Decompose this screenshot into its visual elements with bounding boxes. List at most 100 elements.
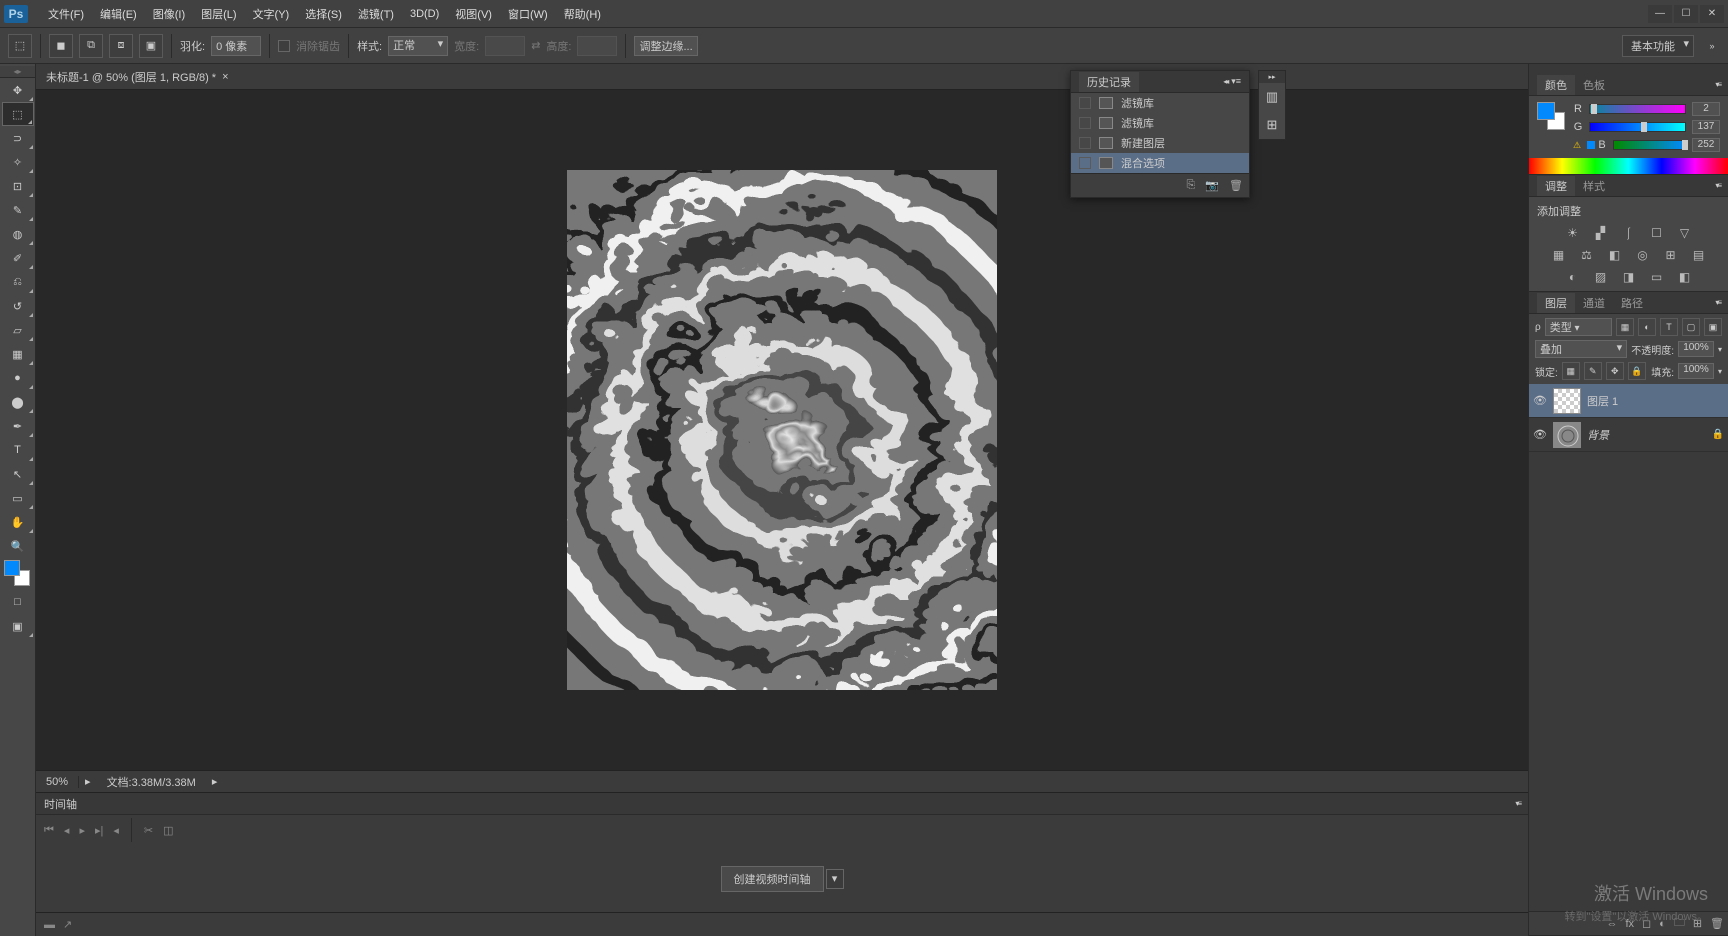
filter-smart-icon[interactable]: ▣	[1704, 318, 1722, 336]
layer-thumbnail[interactable]	[1553, 422, 1581, 448]
lock-transparent-icon[interactable]: ▦	[1562, 362, 1580, 380]
layer-mask-icon[interactable]: ◻	[1642, 917, 1651, 930]
gradient-map-icon[interactable]: ▭	[1648, 269, 1666, 285]
brush-tool[interactable]: ✐	[2, 246, 34, 270]
layer-visibility-icon[interactable]: 👁	[1533, 428, 1547, 441]
styles-tab[interactable]: 样式	[1575, 176, 1613, 196]
tl-play-icon[interactable]: ▸	[79, 824, 85, 837]
threshold-icon[interactable]: ◨	[1620, 269, 1638, 285]
posterize-icon[interactable]: ▨	[1592, 269, 1610, 285]
tab-close-icon[interactable]: ×	[222, 71, 228, 83]
adjustment-layer-icon[interactable]: ◐	[1659, 918, 1666, 930]
layer-thumbnail[interactable]	[1553, 388, 1581, 414]
wand-tool[interactable]: ✧	[2, 150, 34, 174]
hue-icon[interactable]: ▦	[1550, 247, 1568, 263]
filter-type-icon[interactable]: T	[1660, 318, 1678, 336]
new-layer-icon[interactable]: ⊞	[1693, 917, 1702, 930]
window-minimize[interactable]: —	[1648, 5, 1672, 23]
strip-expand-icon[interactable]: ▸▸	[1259, 71, 1285, 83]
invert-icon[interactable]: ◐	[1564, 269, 1582, 285]
window-close[interactable]: ✕	[1700, 5, 1724, 23]
menu-filter[interactable]: 滤镜(T)	[350, 2, 402, 26]
shape-tool[interactable]: ▭	[2, 486, 34, 510]
brightness-icon[interactable]: ☀	[1564, 225, 1582, 241]
layer-filter-select[interactable]: 类型 ▾	[1545, 318, 1612, 336]
paths-tab[interactable]: 路径	[1613, 293, 1651, 313]
link-layers-icon[interactable]: ⇔	[1606, 918, 1617, 930]
menu-select[interactable]: 选择(S)	[297, 2, 350, 26]
collapsed-panel-icon[interactable]: ▥	[1259, 83, 1285, 111]
menu-3d[interactable]: 3D(D)	[402, 4, 447, 24]
tl-first-icon[interactable]: ⏮	[44, 824, 54, 837]
menu-text[interactable]: 文字(Y)	[245, 2, 298, 26]
history-item[interactable]: 新建图层	[1071, 133, 1249, 153]
swatches-tab[interactable]: 色板	[1575, 75, 1613, 95]
adjust-panel-menu-icon[interactable]: ▾≡	[1715, 181, 1720, 190]
history-item[interactable]: 滤镜库	[1071, 93, 1249, 113]
menu-layer[interactable]: 图层(L)	[193, 2, 244, 26]
menu-file[interactable]: 文件(F)	[40, 2, 92, 26]
subtract-selection-icon[interactable]: ⧈	[109, 34, 133, 58]
menu-image[interactable]: 图像(I)	[145, 2, 193, 26]
curves-icon[interactable]: ⎰	[1620, 225, 1638, 241]
tl-next-icon[interactable]: ▸|	[95, 824, 103, 837]
fill-value[interactable]: 100%	[1678, 363, 1714, 379]
vibrance-icon[interactable]: ▽	[1676, 225, 1694, 241]
crop-tool[interactable]: ⊡	[2, 174, 34, 198]
menu-help[interactable]: 帮助(H)	[556, 2, 609, 26]
color-panel-swatches[interactable]	[1537, 102, 1565, 130]
tl-render-icon[interactable]: ↗	[63, 918, 72, 931]
filter-adjust-icon[interactable]: ◐	[1638, 318, 1656, 336]
layers-tab[interactable]: 图层	[1537, 293, 1575, 313]
color-swatches[interactable]	[0, 558, 36, 590]
feather-input[interactable]	[211, 36, 261, 56]
bw-icon[interactable]: ◧	[1606, 247, 1624, 263]
channels-tab[interactable]: 通道	[1575, 293, 1613, 313]
timeline-type-dropdown[interactable]: ▾	[826, 869, 844, 889]
hand-tool[interactable]: ✋	[2, 510, 34, 534]
exposure-icon[interactable]: ☐	[1648, 225, 1666, 241]
balance-icon[interactable]: ⚖	[1578, 247, 1596, 263]
tl-cut-icon[interactable]: ✂	[144, 824, 153, 837]
timeline-menu-icon[interactable]: ▾≡	[1515, 799, 1520, 808]
tl-zoom-out-icon[interactable]: ▬	[44, 919, 55, 931]
lock-position-icon[interactable]: ✥	[1606, 362, 1624, 380]
filter-shape-icon[interactable]: ▢	[1682, 318, 1700, 336]
lookup-icon[interactable]: ▤	[1690, 247, 1708, 263]
fill-dropdown-icon[interactable]: ▾	[1718, 367, 1722, 376]
marquee-tool[interactable]: ⬚	[2, 102, 34, 126]
channel-mixer-icon[interactable]: ⊞	[1662, 247, 1680, 263]
menu-view[interactable]: 视图(V)	[447, 2, 500, 26]
layer-name[interactable]: 背景	[1587, 427, 1706, 443]
delete-state-icon[interactable]: 🗑	[1229, 179, 1243, 192]
layer-visibility-icon[interactable]: 👁	[1533, 394, 1547, 407]
style-select[interactable]: 正常 ▾	[388, 36, 448, 56]
status-menu-icon[interactable]: ▸	[206, 775, 224, 788]
history-item[interactable]: 混合选项	[1071, 153, 1249, 173]
layer-name[interactable]: 图层 1	[1587, 393, 1724, 409]
canvas[interactable]	[36, 90, 1528, 770]
tl-prev-icon[interactable]: ◂	[64, 824, 70, 837]
heal-tool[interactable]: ◍	[2, 222, 34, 246]
dodge-tool[interactable]: ⬤	[2, 390, 34, 414]
lock-pixels-icon[interactable]: ✎	[1584, 362, 1602, 380]
eraser-tool[interactable]: ▱	[2, 318, 34, 342]
path-tool[interactable]: ↖	[2, 462, 34, 486]
history-brush-tool[interactable]: ↺	[2, 294, 34, 318]
new-selection-icon[interactable]: ◼	[49, 34, 73, 58]
b-slider[interactable]	[1613, 140, 1686, 150]
zoom-level[interactable]: 50%	[36, 776, 79, 788]
layers-panel-menu-icon[interactable]: ▾≡	[1715, 298, 1720, 307]
collapsed-panel-icon[interactable]: ⊞	[1259, 111, 1285, 139]
foreground-swatch[interactable]	[4, 560, 20, 576]
color-tab[interactable]: 颜色	[1537, 75, 1575, 95]
g-value[interactable]: 137	[1692, 120, 1720, 134]
refine-edge-button[interactable]: 调整边缘...	[634, 36, 697, 56]
blur-tool[interactable]: ●	[2, 366, 34, 390]
intersect-selection-icon[interactable]: ▣	[139, 34, 163, 58]
add-selection-icon[interactable]: ⧉	[79, 34, 103, 58]
window-maximize[interactable]: ☐	[1674, 5, 1698, 23]
toolbar-grip[interactable]: ◂▸	[0, 66, 35, 78]
workspace-selector[interactable]: 基本功能	[1622, 35, 1694, 57]
lock-all-icon[interactable]: 🔒	[1628, 362, 1646, 380]
